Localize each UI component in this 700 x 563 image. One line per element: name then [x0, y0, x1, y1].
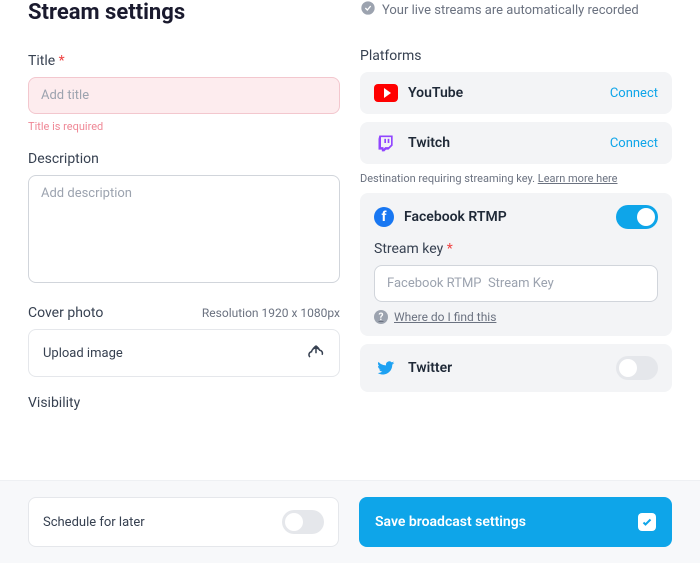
connect-youtube-button[interactable]: Connect [610, 86, 658, 101]
platform-name: YouTube [408, 85, 600, 101]
stream-key-help-link[interactable]: ? Where do I find this [374, 310, 658, 324]
check-circle-icon [360, 0, 376, 20]
cover-label: Cover photo [28, 305, 103, 321]
connect-twitch-button[interactable]: Connect [610, 136, 658, 151]
upload-icon [307, 342, 325, 364]
check-icon [638, 513, 656, 531]
twitter-icon [374, 359, 398, 377]
destination-note: Destination requiring streaming key. Lea… [360, 172, 672, 185]
twitch-icon [374, 134, 398, 152]
schedule-label: Schedule for later [43, 515, 145, 530]
platform-name: Facebook RTMP [404, 209, 606, 225]
description-label: Description [28, 151, 340, 167]
cover-resolution: Resolution 1920 x 1080px [202, 306, 340, 320]
youtube-icon [374, 84, 398, 102]
title-field: Title * Title is required [28, 53, 340, 133]
description-input[interactable] [28, 175, 340, 283]
platform-name: Twitter [408, 360, 606, 376]
upload-label: Upload image [43, 346, 123, 361]
description-field: Description [28, 151, 340, 287]
page-title: Stream settings [28, 0, 340, 25]
schedule-toggle-row: Schedule for later [28, 497, 339, 547]
platform-youtube: YouTube Connect [360, 72, 672, 114]
facebook-panel: f Facebook RTMP Stream key * ? Where do … [360, 193, 672, 336]
twitter-toggle[interactable] [616, 356, 658, 380]
save-label: Save broadcast settings [375, 514, 526, 530]
stream-key-label: Stream key * [374, 241, 658, 257]
platform-twitch: Twitch Connect [360, 122, 672, 164]
platforms-label: Platforms [360, 48, 672, 64]
cover-field: Cover photo Resolution 1920 x 1080px Upl… [28, 305, 340, 377]
save-button[interactable]: Save broadcast settings [359, 497, 672, 547]
platform-name: Twitch [408, 135, 600, 151]
facebook-toggle[interactable] [616, 205, 658, 229]
title-error: Title is required [28, 120, 340, 133]
required-mark: * [59, 53, 65, 69]
upload-image-button[interactable]: Upload image [28, 329, 340, 377]
facebook-icon: f [374, 207, 394, 227]
question-icon: ? [374, 310, 388, 324]
auto-record-note: Your live streams are automatically reco… [360, 0, 672, 20]
visibility-field: Visibility [28, 395, 340, 411]
title-label: Title * [28, 53, 340, 69]
title-input[interactable] [28, 77, 340, 114]
platform-twitter: Twitter [360, 344, 672, 392]
footer: Schedule for later Save broadcast settin… [0, 480, 700, 563]
schedule-toggle[interactable] [282, 510, 324, 534]
learn-more-link[interactable]: Learn more here [538, 172, 618, 185]
visibility-label: Visibility [28, 395, 340, 411]
stream-key-input[interactable] [374, 265, 658, 302]
